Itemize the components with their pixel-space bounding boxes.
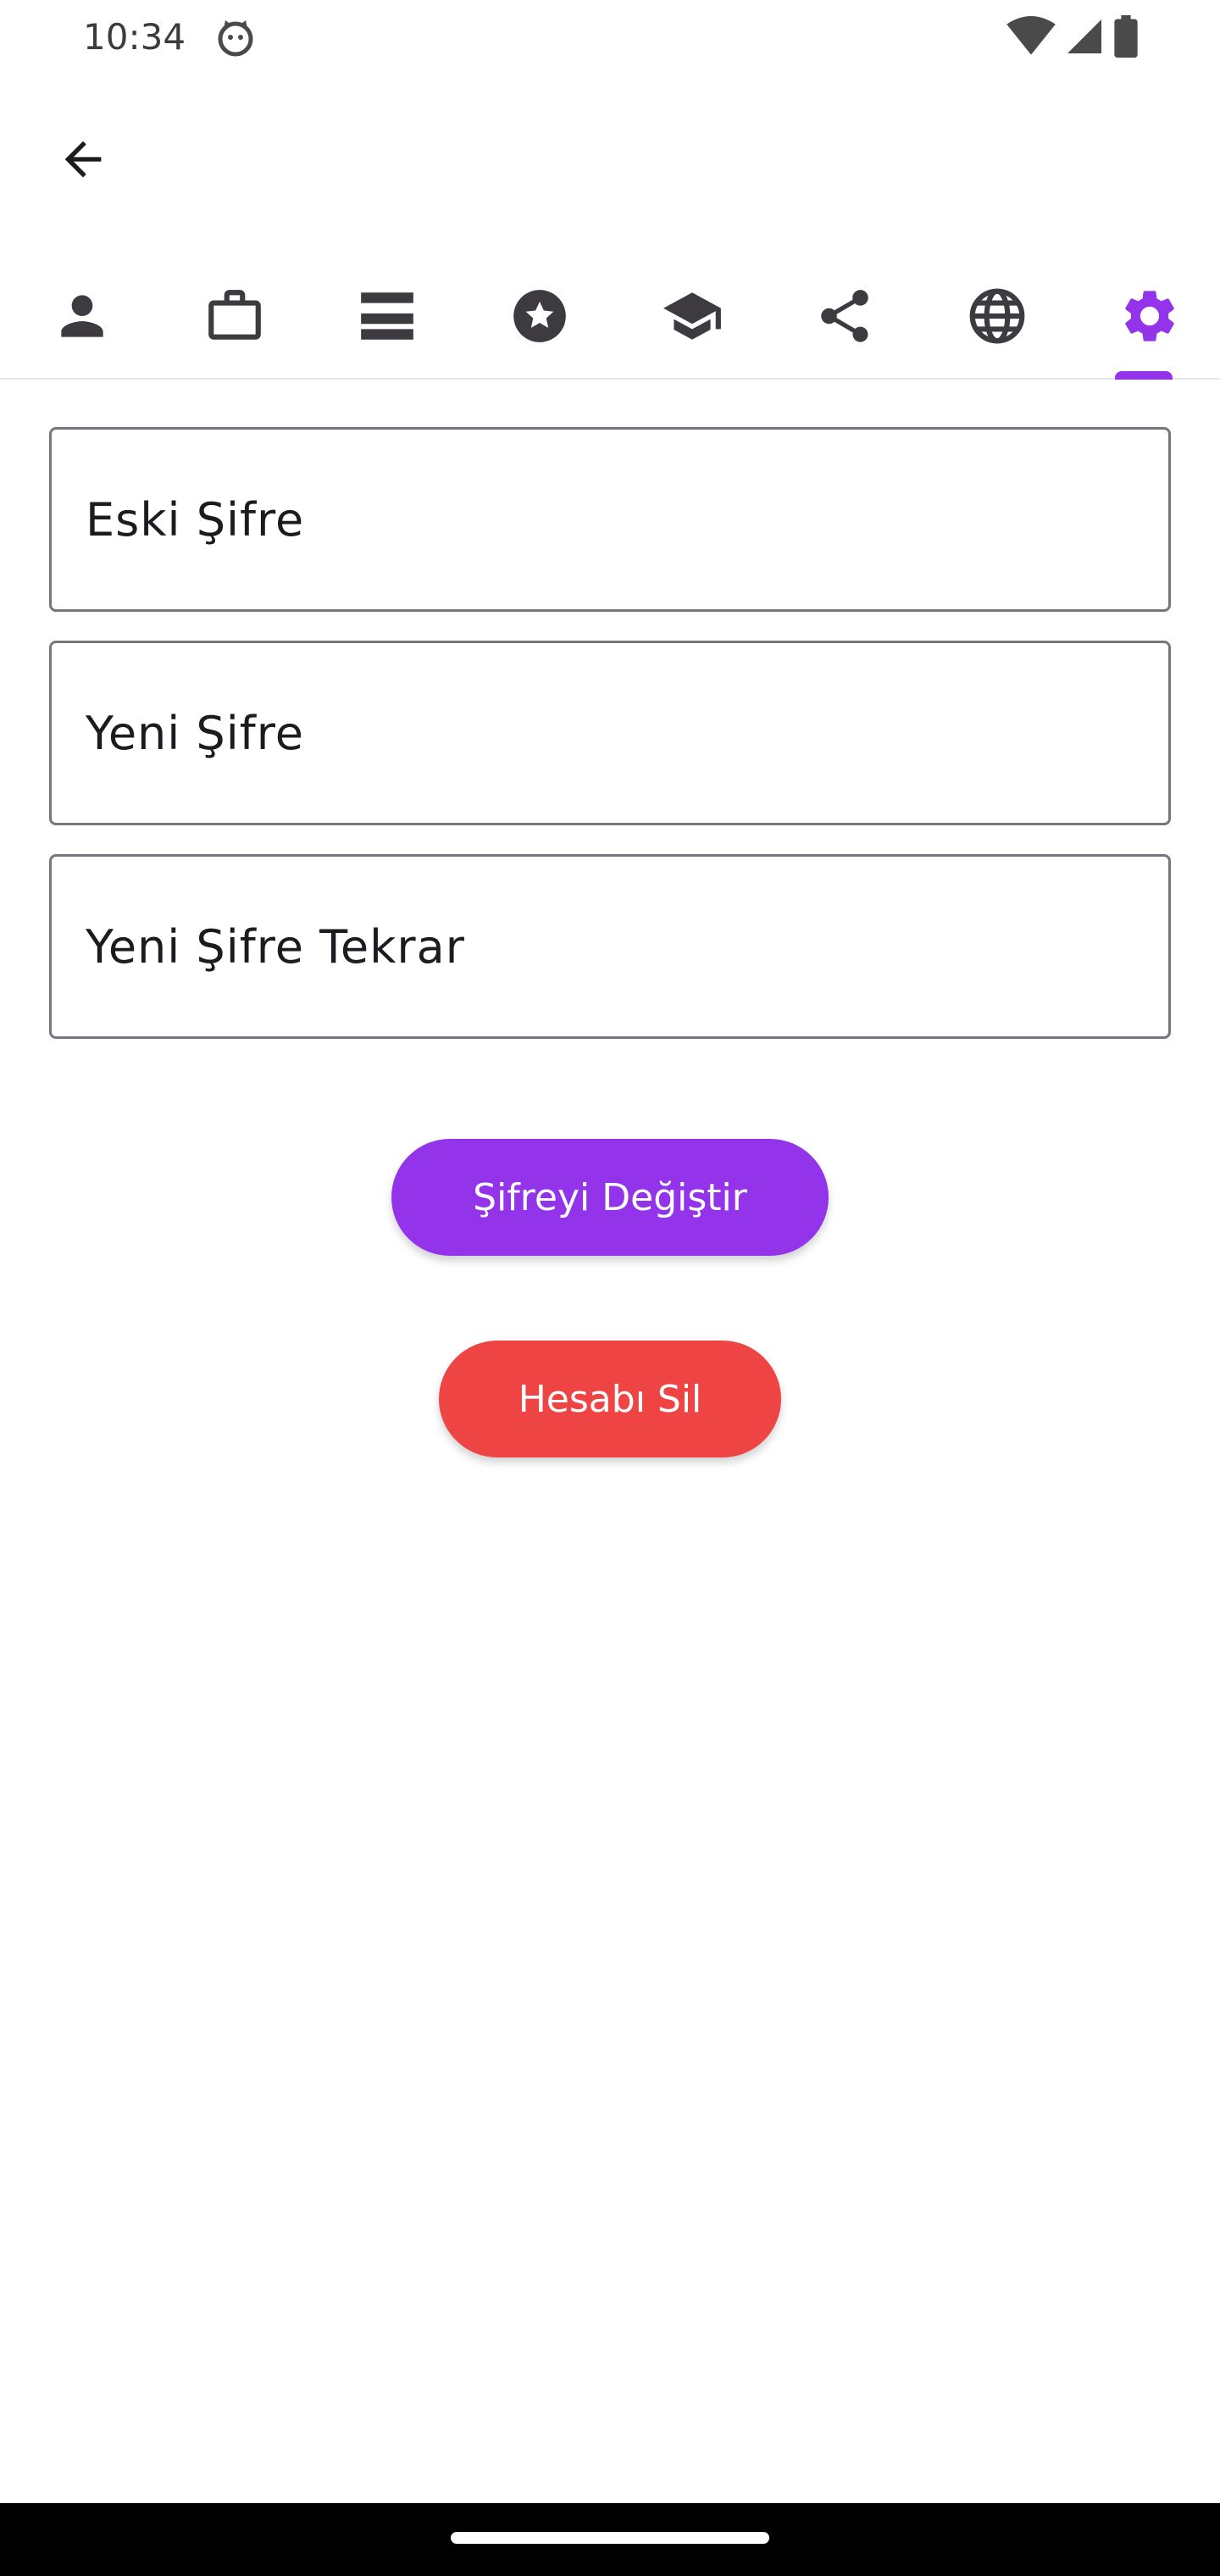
school-icon bbox=[663, 292, 721, 340]
globe-icon bbox=[969, 288, 1025, 344]
share-icon bbox=[821, 290, 868, 342]
battery-icon bbox=[1114, 15, 1138, 58]
storage-icon bbox=[361, 292, 413, 340]
star-badge-icon bbox=[513, 290, 566, 342]
tab-indicator bbox=[1115, 371, 1173, 380]
new-password-field[interactable]: Yeni Şifre bbox=[49, 641, 1171, 825]
home-indicator[interactable] bbox=[451, 2532, 769, 2544]
person-icon bbox=[61, 295, 103, 337]
tab-experience[interactable] bbox=[158, 254, 311, 378]
status-time: 10:34 bbox=[83, 16, 186, 58]
signal-icon bbox=[1068, 19, 1101, 53]
status-icons bbox=[1006, 15, 1139, 58]
wifi-icon bbox=[1006, 16, 1056, 55]
tab-social[interactable] bbox=[768, 254, 921, 378]
status-bar: 10:34 bbox=[0, 0, 1220, 75]
change-password-button[interactable]: Şifreyi Değiştir bbox=[391, 1139, 829, 1256]
briefcase-icon bbox=[208, 290, 261, 340]
system-nav-bar bbox=[0, 2503, 1220, 2576]
app-bar bbox=[0, 93, 1220, 212]
tab-profile[interactable] bbox=[6, 254, 158, 378]
tab-storage[interactable] bbox=[311, 254, 463, 378]
back-button[interactable] bbox=[42, 119, 124, 200]
repeat-password-label: Yeni Şifre Tekrar bbox=[86, 919, 465, 974]
old-password-field[interactable]: Eski Şifre bbox=[49, 427, 1171, 612]
cat-notification-icon bbox=[218, 20, 253, 57]
tab-skills[interactable] bbox=[463, 254, 616, 378]
tab-language[interactable] bbox=[921, 254, 1073, 378]
old-password-label: Eski Şifre bbox=[86, 492, 305, 547]
profile-tabs bbox=[0, 254, 1220, 380]
tab-settings[interactable] bbox=[1073, 254, 1220, 378]
repeat-password-field[interactable]: Yeni Şifre Tekrar bbox=[49, 854, 1171, 1039]
settings-gear-icon bbox=[1125, 291, 1174, 341]
delete-account-button[interactable]: Hesabı Sil bbox=[439, 1341, 781, 1457]
new-password-label: Yeni Şifre bbox=[86, 706, 304, 760]
arrow-back-icon bbox=[64, 141, 102, 178]
tab-education[interactable] bbox=[616, 254, 768, 378]
